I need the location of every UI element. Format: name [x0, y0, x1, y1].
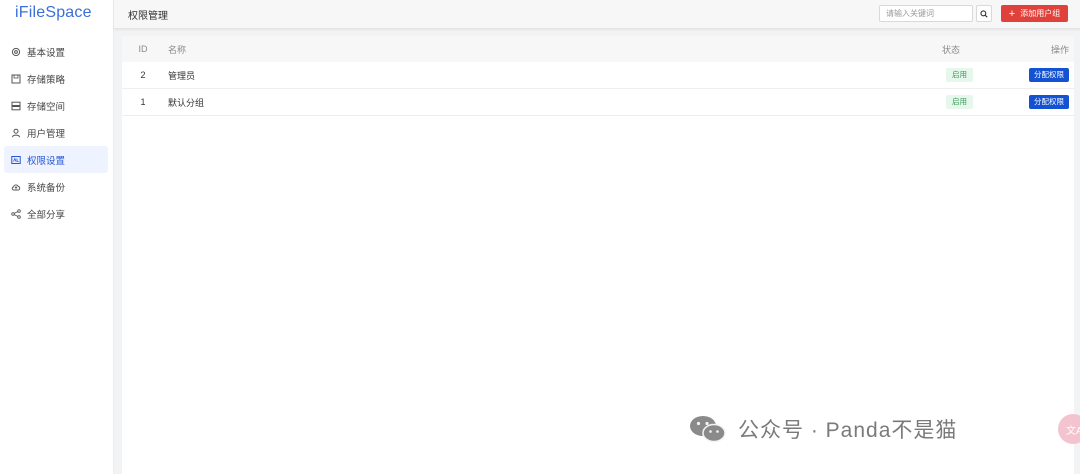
- sidebar-item-label: 基本设置: [27, 47, 66, 59]
- permission-icon: [11, 155, 21, 165]
- sidebar-item-user-management[interactable]: 用户管理: [4, 119, 108, 146]
- status-badge: 启用: [946, 68, 973, 82]
- page-title: 权限管理: [128, 11, 168, 22]
- sidebar-item-label: 用户管理: [27, 128, 66, 140]
- sidebar-item-label: 系统备份: [27, 182, 66, 194]
- user-icon: [11, 128, 21, 138]
- column-header-status: 状态: [942, 44, 961, 55]
- sidebar-item-label: 全部分享: [27, 209, 66, 221]
- search-button[interactable]: [976, 5, 992, 22]
- save-icon: [11, 74, 21, 84]
- add-user-group-label: 添加用户组: [1020, 9, 1061, 18]
- sidebar-item-storage-space[interactable]: 存储空间: [4, 92, 108, 119]
- share-icon: [11, 208, 21, 219]
- search-icon: [980, 9, 988, 18]
- cloud-upload-icon: [11, 182, 21, 192]
- assign-permission-button[interactable]: 分配权限: [1029, 95, 1069, 109]
- top-bar: 权限管理 + 添加用户组: [114, 0, 1080, 29]
- sidebar-item-basic-settings[interactable]: 基本设置: [4, 38, 108, 65]
- plus-icon: +: [1008, 7, 1016, 20]
- sidebar-item-label: 权限设置: [27, 155, 66, 167]
- sidebar-item-all-shares[interactable]: 全部分享: [4, 200, 108, 227]
- permission-table: ID 名称 状态 操作 2 管理员 启用 分配权限 1 默认分组 启用 分配权限: [122, 36, 1074, 474]
- table-header: ID 名称 状态 操作: [122, 36, 1074, 62]
- column-header-actions: 操作: [1050, 44, 1069, 55]
- wechat-icon: [690, 416, 726, 443]
- cell-id: 2: [140, 70, 146, 80]
- cell-name: 默认分组: [168, 97, 205, 108]
- add-user-group-button[interactable]: + 添加用户组: [1001, 5, 1068, 22]
- cell-name: 管理员: [168, 70, 196, 81]
- table-row: 1 默认分组 启用 分配权限: [122, 89, 1074, 116]
- sidebar-menu: 基本设置 存储策略 存储空间 用户管理 权限设置 系统备份 全部分享: [0, 38, 113, 227]
- column-header-id: ID: [138, 44, 148, 54]
- sidebar-item-storage-policy[interactable]: 存储策略: [4, 65, 108, 92]
- status-badge: 启用: [946, 95, 973, 109]
- watermark-text: 公众号 · Panda不是猫: [738, 419, 958, 442]
- watermark: 公众号 · Panda不是猫: [688, 414, 957, 444]
- assign-permission-button[interactable]: 分配权限: [1029, 68, 1069, 82]
- table-row: 2 管理员 启用 分配权限: [122, 62, 1074, 89]
- sidebar-item-system-backup[interactable]: 系统备份: [4, 173, 108, 200]
- translate-icon[interactable]: 文A: [1058, 414, 1080, 444]
- sidebar-item-label: 存储策略: [27, 74, 66, 86]
- storage-icon: [11, 101, 21, 111]
- sidebar: iFileSpace 基本设置 存储策略 存储空间 用户管理 权限设置 系统备份…: [0, 0, 114, 474]
- gear-icon: [11, 47, 21, 57]
- column-header-name: 名称: [168, 44, 187, 55]
- search-input[interactable]: [879, 5, 973, 22]
- sidebar-item-permissions[interactable]: 权限设置: [4, 146, 108, 173]
- sidebar-item-label: 存储空间: [27, 101, 66, 113]
- app-logo[interactable]: iFileSpace: [0, 0, 113, 28]
- cell-id: 1: [140, 97, 146, 107]
